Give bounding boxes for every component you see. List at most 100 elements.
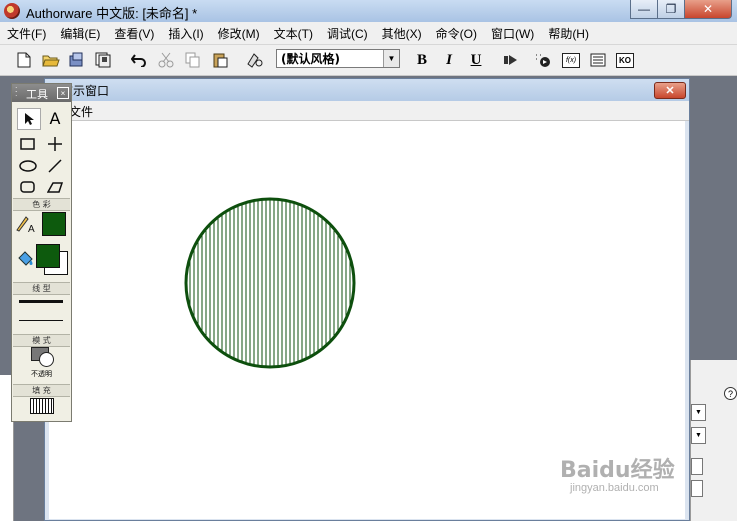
menu-text[interactable]: 文本(T) — [267, 25, 320, 42]
panel-field-1[interactable] — [691, 458, 703, 475]
polygon-icon — [47, 182, 63, 193]
open-button[interactable] — [41, 50, 61, 70]
italic-button[interactable]: I — [439, 50, 459, 70]
pencil-text-color-icon: A — [16, 216, 35, 234]
line-style-section-label: 线 型 — [13, 282, 70, 295]
undo-icon — [131, 54, 146, 67]
close-button[interactable]: ✕ — [684, 0, 732, 19]
fill-section-label: 填 充 — [13, 384, 70, 397]
cut-button[interactable] — [156, 50, 176, 70]
thick-line-option[interactable] — [19, 300, 63, 303]
restart-icon — [504, 55, 517, 65]
minimize-button[interactable]: — — [630, 0, 658, 19]
baidu-watermark: Baidu经验 jingyan.baidu.com — [560, 452, 675, 494]
presentation-menu-bar: 文件 — [45, 101, 689, 121]
presentation-close-button[interactable]: ✕ — [654, 82, 686, 99]
window-title: Authorware 中文版: [未命名] * — [26, 6, 198, 21]
variables-icon — [590, 53, 606, 67]
stroke-color-swatch[interactable] — [42, 212, 66, 236]
find-button[interactable] — [245, 50, 265, 70]
open-folder-icon — [42, 55, 60, 67]
diagonal-line-tool[interactable] — [44, 156, 66, 176]
tools-palette: :: 工具 × A 色 彩 A 线 型 模 式 不透明 填 充 — [11, 83, 72, 422]
copy-button[interactable] — [183, 50, 203, 70]
tools-close-button[interactable]: × — [57, 87, 69, 99]
rounded-rectangle-tool[interactable] — [17, 177, 39, 197]
minimize-icon: — — [638, 2, 650, 16]
menu-view[interactable]: 查看(V) — [107, 25, 161, 42]
menu-bar: 文件(F) 编辑(E) 查看(V) 插入(I) 修改(M) 文本(T) 调试(C… — [0, 22, 737, 45]
thin-line-option[interactable] — [19, 320, 63, 321]
menu-modify[interactable]: 修改(M) — [211, 25, 267, 42]
close-icon: ✕ — [702, 2, 714, 16]
import-icon — [69, 52, 83, 67]
vertical-lines-fill-pattern[interactable] — [30, 398, 54, 414]
new-file-button[interactable] — [14, 50, 34, 70]
fill-color-tool[interactable] — [15, 250, 37, 270]
underline-button[interactable]: U — [466, 50, 486, 70]
line-text-color-tool[interactable]: A — [15, 214, 37, 234]
authorware-app-icon[interactable] — [4, 3, 20, 19]
panel-field-2[interactable] — [691, 480, 703, 497]
text-style-value: (默认风格) — [281, 52, 340, 66]
text-style-select[interactable]: (默认风格) ▼ — [276, 49, 400, 68]
dropdown-arrow-icon[interactable]: ▼ — [383, 50, 399, 67]
save-all-icon — [95, 52, 111, 68]
rounded-rectangle-icon — [20, 181, 35, 193]
new-file-icon — [17, 52, 31, 68]
menu-help[interactable]: 帮助(H) — [541, 25, 596, 42]
ko-icon: KO — [616, 52, 634, 68]
svg-text:A: A — [28, 224, 35, 234]
menu-other[interactable]: 其他(X) — [375, 25, 429, 42]
panel-dropdown-1[interactable]: ▼ — [691, 404, 706, 421]
import-button[interactable] — [67, 50, 87, 70]
functions-icon: f(x) — [562, 52, 580, 68]
tools-title-bar[interactable]: :: 工具 × — [12, 84, 71, 102]
functions-button[interactable]: f(x) — [561, 50, 581, 70]
pointer-tool[interactable] — [17, 108, 41, 130]
restart-button[interactable] — [501, 50, 521, 70]
polygon-tool[interactable] — [44, 177, 66, 197]
paint-bucket-icon — [18, 251, 33, 266]
toolbar: (默认风格) ▼ B I U f(x) KO — [0, 45, 737, 76]
find-icon — [247, 53, 263, 68]
bold-button[interactable]: B — [412, 50, 432, 70]
diagonal-line-icon — [48, 159, 62, 173]
tools-title: 工具 — [26, 88, 48, 101]
mode-label: 不透明 — [31, 370, 52, 378]
rectangle-icon — [20, 138, 35, 150]
ellipse-tool[interactable] — [17, 156, 39, 176]
undo-button[interactable] — [129, 50, 149, 70]
line-tool[interactable] — [44, 134, 66, 154]
foreground-color-swatch[interactable] — [36, 244, 60, 268]
rectangle-tool[interactable] — [17, 134, 39, 154]
save-all-button[interactable] — [93, 50, 113, 70]
restore-button[interactable]: ❐ — [657, 0, 685, 19]
paste-button[interactable] — [210, 50, 230, 70]
menu-insert[interactable]: 插入(I) — [161, 25, 210, 42]
menu-window[interactable]: 窗口(W) — [484, 25, 541, 42]
control-panel-icon — [536, 54, 550, 67]
grip-icon: :: — [15, 84, 18, 98]
variables-button[interactable] — [588, 50, 608, 70]
pointer-icon — [25, 113, 34, 125]
menu-command[interactable]: 命令(O) — [429, 25, 484, 42]
panel-dropdown-2[interactable]: ▼ — [691, 427, 706, 444]
circle-shape[interactable] — [184, 197, 356, 369]
text-tool[interactable]: A — [44, 108, 66, 128]
copy-icon — [185, 52, 200, 68]
knowledge-objects-button[interactable]: KO — [615, 50, 635, 70]
mode-section-label: 模 式 — [13, 334, 70, 347]
opaque-mode-icon[interactable] — [39, 352, 54, 367]
menu-debug[interactable]: 调试(C) — [320, 25, 375, 42]
menu-file[interactable]: 文件(F) — [0, 25, 53, 42]
presentation-title-bar[interactable]: 演示窗口 ✕ — [45, 79, 689, 101]
control-panel-button[interactable] — [533, 50, 553, 70]
menu-edit[interactable]: 编辑(E) — [53, 25, 107, 42]
color-section-label: 色 彩 — [13, 198, 70, 211]
watermark-url: jingyan.baidu.com — [570, 482, 659, 494]
help-icon[interactable]: ? — [724, 387, 737, 400]
close-icon: ✕ — [665, 85, 675, 97]
presentation-menu-file[interactable]: 文件 — [69, 103, 93, 120]
title-bar: Authorware 中文版: [未命名] * — ❐ ✕ — [0, 0, 737, 23]
